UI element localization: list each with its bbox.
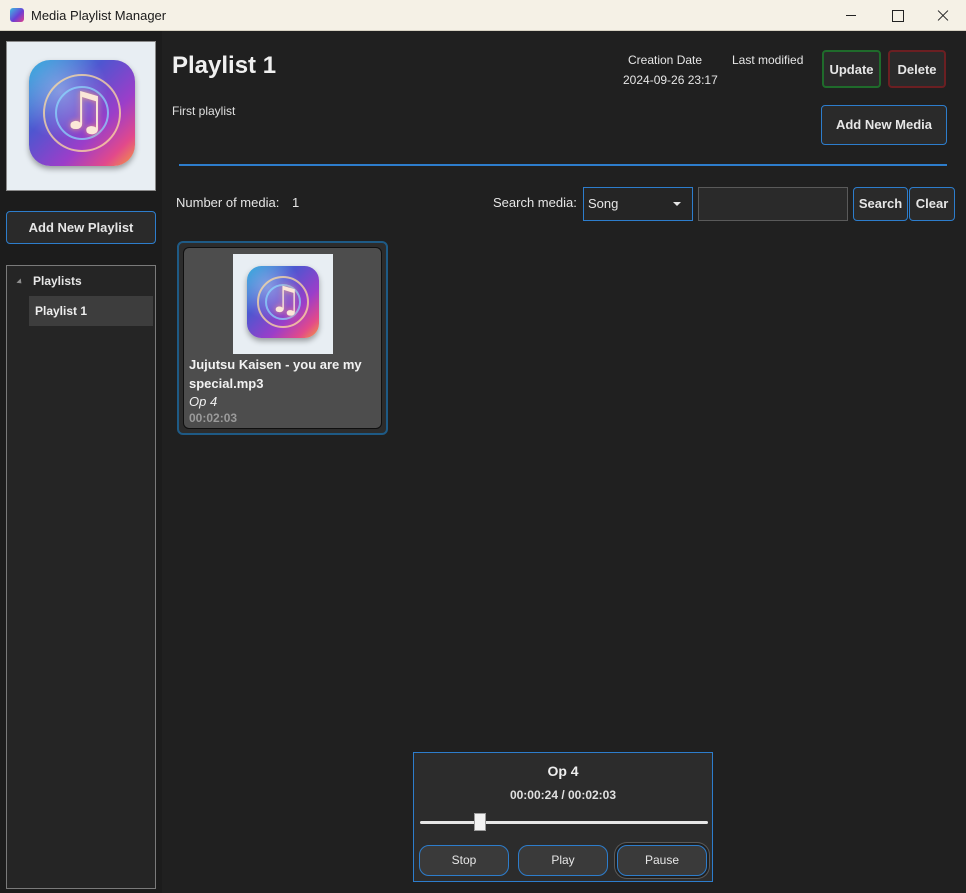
media-player: Op 4 00:00:24 / 00:02:03 Stop Play Pause <box>413 752 713 882</box>
title-bar: Media Playlist Manager <box>0 0 966 31</box>
media-title: Op 4 <box>189 394 218 409</box>
play-button[interactable]: Play <box>518 845 608 876</box>
last-modified-label: Last modified <box>732 53 804 67</box>
playlist-cover-image: ♫ <box>6 41 156 191</box>
tree-item-playlist-1[interactable]: Playlist 1 <box>29 296 153 326</box>
pause-button[interactable]: Pause <box>617 845 707 876</box>
music-app-icon <box>10 8 24 22</box>
playlist-tree: Playlists Playlist 1 <box>6 265 156 889</box>
media-count-label: Number of media: <box>176 195 280 210</box>
media-count-value: 1 <box>292 195 300 210</box>
search-media-label: Search media: <box>493 195 577 210</box>
media-card-body: ♫ Jujutsu Kaisen - you are my special.mp… <box>183 247 382 429</box>
clear-button[interactable]: Clear <box>909 187 955 221</box>
media-card[interactable]: ♫ Jujutsu Kaisen - you are my special.mp… <box>177 241 388 435</box>
player-title: Op 4 <box>547 763 579 779</box>
sidebar: ♫ Add New Playlist Playlists Playlist 1 <box>0 31 162 893</box>
update-button[interactable]: Update <box>822 50 881 88</box>
stop-button[interactable]: Stop <box>419 845 509 876</box>
search-input[interactable] <box>698 187 848 221</box>
player-time: 00:00:24 / 00:02:03 <box>509 788 617 802</box>
search-filter-value: Song <box>588 196 619 211</box>
expand-arrow-icon[interactable] <box>16 278 24 286</box>
music-note-icon: ♫ <box>247 266 319 338</box>
close-icon[interactable] <box>920 0 966 31</box>
search-filter-select[interactable]: Song <box>583 187 693 221</box>
search-button[interactable]: Search <box>853 187 908 221</box>
add-new-media-button[interactable]: Add New Media <box>821 105 947 145</box>
seek-slider-thumb[interactable] <box>474 813 486 831</box>
chevron-down-icon <box>673 202 681 206</box>
creation-date-value: 2024-09-26 23:17 <box>623 73 718 87</box>
creation-date-label: Creation Date <box>628 53 703 67</box>
tree-root-playlists[interactable]: Playlists <box>33 274 82 288</box>
playlist-description: First playlist <box>172 104 236 118</box>
music-note-icon: ♫ <box>29 60 135 166</box>
header-divider <box>179 164 947 166</box>
media-duration: 00:02:03 <box>189 411 238 425</box>
delete-button[interactable]: Delete <box>888 50 946 88</box>
window-title: Media Playlist Manager <box>31 8 167 23</box>
maximize-icon[interactable] <box>874 0 920 31</box>
playlist-title: Playlist 1 <box>172 52 277 79</box>
media-thumbnail: ♫ <box>233 254 333 354</box>
media-file-name: Jujutsu Kaisen - you are my special.mp3 <box>189 357 362 391</box>
add-new-playlist-button[interactable]: Add New Playlist <box>6 211 156 244</box>
minimize-icon[interactable] <box>828 0 874 31</box>
seek-slider[interactable] <box>420 813 708 831</box>
